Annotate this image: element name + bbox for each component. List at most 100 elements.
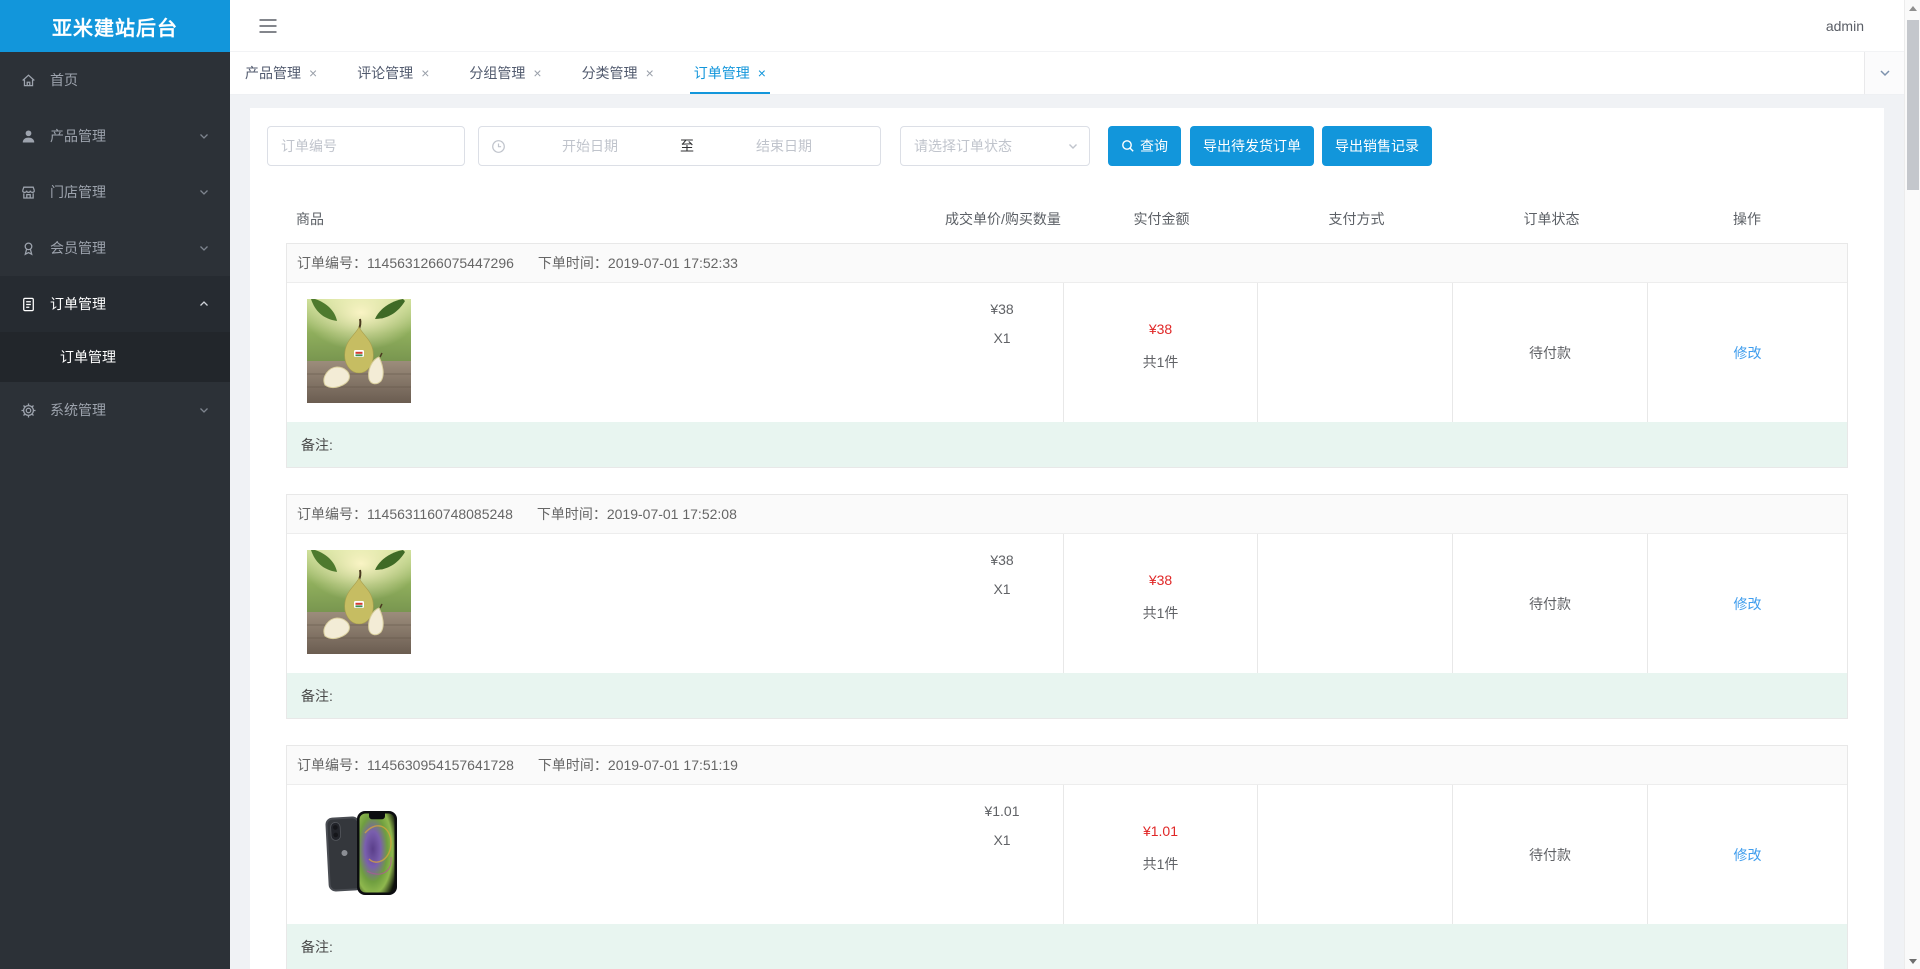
chevron-down-icon <box>198 242 210 254</box>
clock-icon <box>491 139 506 154</box>
order-number-input[interactable] <box>267 126 465 166</box>
tab-orders[interactable]: 订单管理 × <box>689 52 771 94</box>
sidebar-item-members[interactable]: 会员管理 <box>0 220 230 276</box>
end-date-input[interactable] <box>700 138 868 154</box>
item-count: 共1件 <box>1142 856 1179 872</box>
unit-price: ¥38 <box>990 552 1014 568</box>
tab-label: 分组管理 <box>469 65 526 81</box>
sidebar-item-home[interactable]: 首页 <box>0 52 230 108</box>
search-button[interactable]: 查询 <box>1108 126 1181 166</box>
vertical-scrollbar[interactable] <box>1904 0 1920 969</box>
order-time-value: 2019-07-01 17:52:08 <box>606 506 737 522</box>
export-pending-orders-button[interactable]: 导出待发货订单 <box>1190 126 1314 166</box>
close-icon[interactable]: × <box>421 66 429 80</box>
scroll-up-arrow[interactable] <box>1905 0 1920 16</box>
export-sales-records-button[interactable]: 导出销售记录 <box>1322 126 1432 166</box>
payment-method-cell <box>1258 785 1453 924</box>
sidebar: 亚米建站后台 首页 产品管理 门店管理 会员管理 订单管理 订单管理 系统管理 <box>0 0 230 969</box>
user-icon <box>20 128 37 145</box>
app-logo: 亚米建站后台 <box>0 0 230 52</box>
tab-list-dropdown-button[interactable] <box>1864 52 1904 94</box>
chevron-down-icon <box>1067 140 1079 152</box>
start-date-input[interactable] <box>506 138 674 154</box>
order-time-value: 2019-07-01 17:52:33 <box>607 255 738 271</box>
col-header-paid-amount: 实付金额 <box>1133 211 1190 227</box>
order-status-select[interactable]: 请选择订单状态 <box>900 126 1090 166</box>
modify-link[interactable]: 修改 <box>1734 594 1762 614</box>
top-header: admin <box>230 0 1904 52</box>
sidebar-group-orders: 订单管理 订单管理 <box>0 276 230 382</box>
order-group-header: 订单编号： 1145631160748085248 下单时间：2019-07-01… <box>287 495 1847 534</box>
item-count: 共1件 <box>1142 354 1179 370</box>
close-icon[interactable]: × <box>309 66 317 80</box>
sidebar-subitem-label: 订单管理 <box>60 349 116 365</box>
sidebar-item-label: 门店管理 <box>50 184 106 200</box>
unit-price: ¥38 <box>990 301 1014 317</box>
close-icon[interactable]: × <box>758 66 766 80</box>
member-badge-icon <box>20 240 37 257</box>
remark-label: 备注: <box>301 687 333 704</box>
sidebar-item-system[interactable]: 系统管理 <box>0 382 230 438</box>
col-header-goods: 商品 <box>296 211 324 227</box>
content-card: 至 请选择订单状态 查询 导出待发货订单 导出销售记录 <box>250 108 1884 969</box>
order-no-label: 订单编号： <box>297 255 367 271</box>
close-icon[interactable]: × <box>646 66 654 80</box>
order-no-value: 1145630954157641728 <box>367 757 514 773</box>
sidebar-item-label: 会员管理 <box>50 240 106 256</box>
tab-groups[interactable]: 分组管理 × <box>469 52 541 94</box>
item-count: 共1件 <box>1142 605 1179 621</box>
date-separator: 至 <box>680 138 694 154</box>
sidebar-item-stores[interactable]: 门店管理 <box>0 164 230 220</box>
order-no-value: 1145631266075447296 <box>367 255 514 271</box>
product-image-iphone[interactable] <box>307 801 411 905</box>
close-icon[interactable]: × <box>533 66 541 80</box>
scroll-down-arrow[interactable] <box>1905 953 1920 969</box>
payment-method-cell <box>1258 283 1453 422</box>
modify-link[interactable]: 修改 <box>1734 845 1762 865</box>
remark-label: 备注: <box>301 436 333 453</box>
product-image-pear[interactable] <box>307 550 411 654</box>
gear-icon <box>20 402 37 419</box>
scrollbar-thumb[interactable] <box>1907 20 1919 190</box>
order-no-label: 订单编号： <box>297 506 367 522</box>
paid-amount: ¥38 <box>1148 572 1173 588</box>
select-placeholder: 请选择订单状态 <box>914 138 1012 154</box>
order-row: ¥1.01 X1 ¥1.01 共1件 待付款 修改 <box>287 785 1847 924</box>
tab-comments[interactable]: 评论管理 × <box>357 52 429 94</box>
filter-bar: 至 请选择订单状态 查询 导出待发货订单 导出销售记录 <box>250 108 1884 166</box>
chevron-down-icon <box>198 186 210 198</box>
home-icon <box>20 72 37 89</box>
table-header-row: 商品 成交单价/购买数量 实付金额 支付方式 订单状态 操作 <box>286 199 1848 239</box>
tab-label: 订单管理 <box>693 65 750 81</box>
quantity: X1 <box>993 581 1011 597</box>
quantity: X1 <box>993 832 1011 848</box>
sidebar-item-products[interactable]: 产品管理 <box>0 108 230 164</box>
product-image-pear[interactable] <box>307 299 411 403</box>
tab-products[interactable]: 产品管理 × <box>245 52 317 94</box>
sidebar-item-label: 订单管理 <box>50 296 106 312</box>
order-no-label: 订单编号： <box>297 757 367 773</box>
date-range-picker[interactable]: 至 <box>478 126 881 166</box>
order-row: ¥38 X1 ¥38 共1件 待付款 修改 <box>287 534 1847 673</box>
order-remark-row: 备注: <box>287 673 1847 718</box>
tab-bar: 产品管理 × 评论管理 × 分组管理 × 分类管理 × 订单管理 × <box>230 52 1904 95</box>
order-status: 待付款 <box>1453 283 1648 422</box>
order-group-header: 订单编号： 1145630954157641728 下单时间：2019-07-01… <box>287 746 1847 785</box>
quantity: X1 <box>993 330 1011 346</box>
sidebar-item-orders[interactable]: 订单管理 <box>0 276 230 332</box>
order-group: 订单编号： 1145631160748085248 下单时间：2019-07-01… <box>286 494 1848 719</box>
remark-label: 备注: <box>301 938 333 955</box>
user-menu[interactable]: admin <box>1826 18 1864 34</box>
payment-method-cell <box>1258 534 1453 673</box>
tab-categories[interactable]: 分类管理 × <box>582 52 654 94</box>
store-icon <box>20 184 37 201</box>
modify-link[interactable]: 修改 <box>1734 343 1762 363</box>
order-group-header: 订单编号： 1145631266075447296 下单时间：2019-07-01… <box>287 244 1847 283</box>
col-header-actions: 操作 <box>1733 211 1761 227</box>
paid-amount: ¥38 <box>1148 321 1173 337</box>
col-header-unit-price-qty: 成交单价/购买数量 <box>945 211 1061 227</box>
search-button-label: 查询 <box>1140 138 1168 154</box>
hamburger-menu-icon[interactable] <box>258 18 278 34</box>
sidebar-subitem-order-management[interactable]: 订单管理 <box>0 332 230 382</box>
order-group: 订单编号： 1145631266075447296 下单时间：2019-07-01… <box>286 243 1848 468</box>
